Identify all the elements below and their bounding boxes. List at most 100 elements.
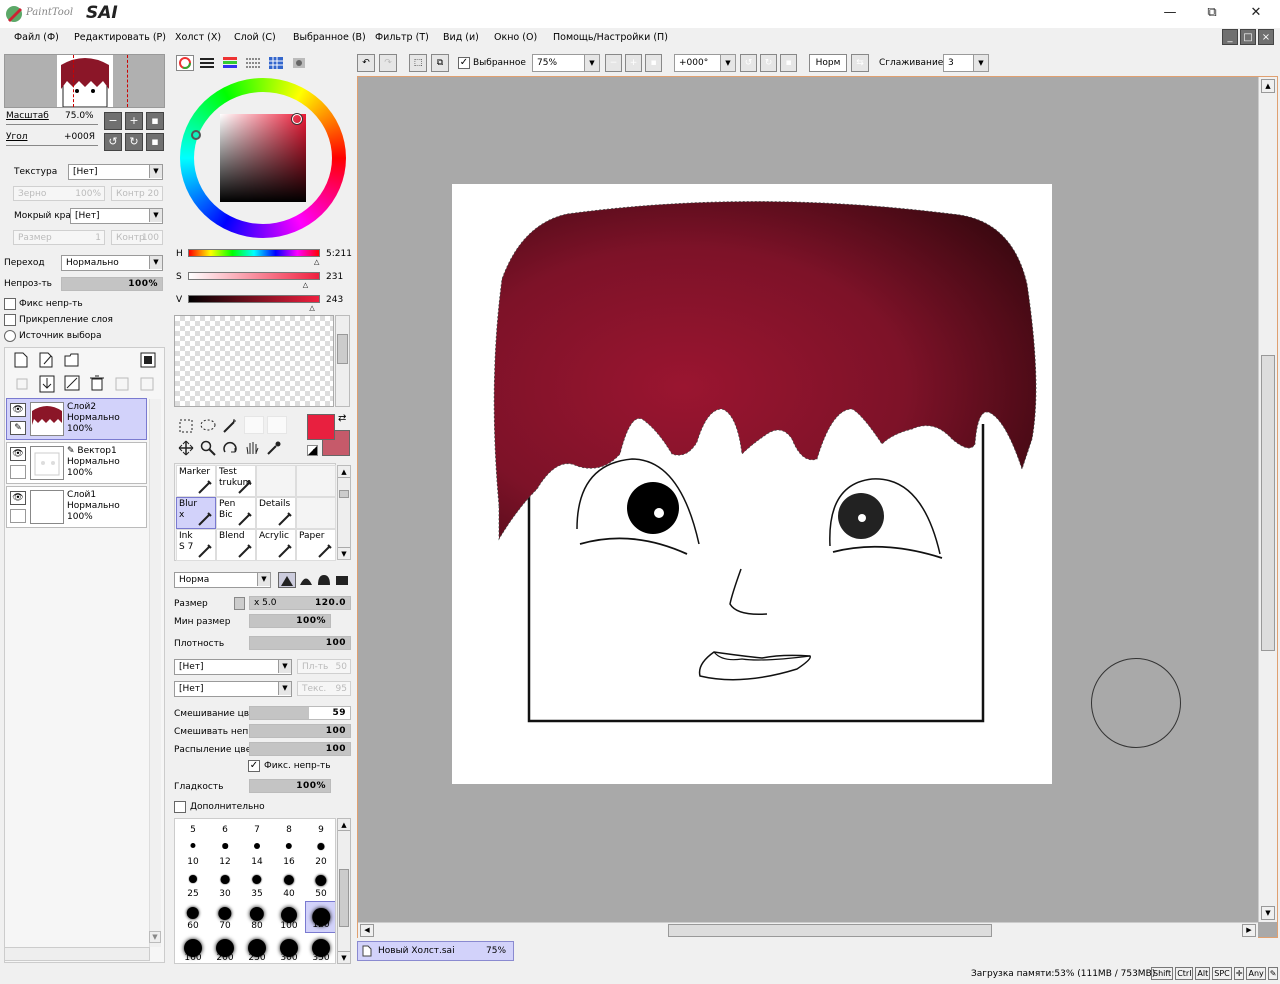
flip-view-button[interactable]: ⇆ — [851, 54, 869, 72]
persistence-slider[interactable]: 100 — [249, 742, 351, 756]
hue-handle[interactable]: △ — [314, 258, 319, 266]
size-range-button[interactable] — [234, 597, 245, 610]
brush-size-9[interactable]: 9 — [305, 819, 335, 837]
rotate-reset-button[interactable]: ▪ — [780, 54, 797, 72]
brush-size-120[interactable]: 120 — [305, 901, 335, 933]
brush-size-6[interactable]: 6 — [209, 819, 241, 837]
layer-opacity-slider[interactable]: 100% — [61, 277, 163, 291]
mdi-minimize-button[interactable]: _ — [1222, 29, 1238, 45]
tool-slot-6[interactable]: Details — [256, 497, 296, 529]
move-icon[interactable] — [178, 440, 194, 456]
saturation-value-square[interactable] — [220, 114, 306, 202]
rotate-left-button[interactable]: ↺ — [104, 133, 122, 151]
layer-panel-option-icon[interactable] — [140, 352, 156, 368]
selection-source-checkbox[interactable] — [4, 330, 16, 342]
brush-size-35[interactable]: 35 — [241, 869, 273, 901]
zoom-in-button[interactable]: + — [125, 112, 143, 130]
clipping-group-checkbox[interactable] — [4, 314, 16, 326]
layer-hscrollbar[interactable] — [4, 947, 150, 961]
brush-size-350[interactable]: 350 — [305, 933, 335, 963]
dilution-slider[interactable]: 100 — [249, 724, 351, 738]
tool-slot-10[interactable]: Acrylic — [256, 529, 296, 561]
tool-slot-8[interactable]: Ink S 7 — [176, 529, 216, 561]
brush-size-80[interactable]: 80 — [241, 901, 273, 933]
invert-selection-button[interactable]: ⧉ — [431, 54, 449, 72]
clear-layer-icon[interactable] — [64, 375, 80, 391]
lock-icon[interactable] — [10, 465, 26, 479]
menu-view[interactable]: Вид (и) — [443, 32, 479, 43]
swap-colors-icon[interactable]: ⇄ — [338, 413, 346, 424]
rgb-slider-tab[interactable] — [199, 56, 215, 70]
color-mixer-tab[interactable] — [245, 56, 261, 70]
zoom-out-button[interactable]: − — [104, 112, 122, 130]
merge-down-icon[interactable] — [39, 375, 55, 393]
tool-slot-0[interactable]: Marker — [176, 465, 216, 497]
advanced-checkbox[interactable] — [174, 801, 186, 813]
new-layer-icon[interactable] — [14, 352, 28, 368]
canvas-viewport[interactable]: ▲ ▼ ◀ ▶ — [357, 76, 1278, 938]
document-tab[interactable]: Новый Холст.sai 75% — [357, 941, 514, 961]
angle-select[interactable]: +000° ▼ — [674, 54, 736, 72]
brush-size-100[interactable]: 100 — [273, 901, 305, 933]
zoom-reset-button[interactable]: ▪ — [146, 112, 164, 130]
brush-size-slider[interactable]: x 5.0 120.0 — [249, 596, 351, 610]
brush-size-30[interactable]: 30 — [209, 869, 241, 901]
zoom-in-button[interactable]: + — [625, 54, 642, 72]
zoom-select[interactable]: 75% ▼ — [532, 54, 600, 72]
rotate-icon[interactable] — [222, 440, 238, 456]
menu-help[interactable]: Помощь/Настройки (П) — [553, 32, 668, 43]
value-handle[interactable]: △ — [309, 304, 314, 312]
view-mode-button[interactable]: Норм — [809, 54, 847, 72]
eye-icon[interactable]: 👁 — [10, 447, 26, 461]
brush-shape-2[interactable] — [298, 572, 316, 588]
undo-button[interactable]: ↶ — [357, 54, 375, 72]
layer-scrollbar[interactable] — [149, 399, 161, 947]
brush-size-12[interactable]: 12 — [209, 837, 241, 869]
brush-size-20[interactable]: 20 — [305, 837, 335, 869]
menu-file[interactable]: Файл (Ф) — [14, 32, 59, 43]
brush-texture-select[interactable]: [Нет] ▼ — [174, 681, 292, 697]
rotate-right-button[interactable]: ↻ — [125, 133, 143, 151]
lasso-select-icon[interactable] — [199, 418, 217, 434]
brush-shape-select[interactable]: [Нет] ▼ — [174, 659, 292, 675]
menu-canvas[interactable]: Холст (Х) — [175, 32, 221, 43]
hsv-slider-tab[interactable] — [222, 56, 238, 70]
brush-size-14[interactable]: 14 — [241, 837, 273, 869]
maximize-button[interactable]: ⧉ — [1192, 2, 1232, 24]
blending-slider[interactable]: 59 — [249, 706, 351, 720]
vertical-scrollbar[interactable]: ▲ ▼ — [1258, 77, 1277, 922]
layer-item-layer2[interactable]: 👁 ✎ Слой2 Нормально 100% — [6, 398, 147, 440]
brush-size-10[interactable]: 10 — [177, 837, 209, 869]
color-wheel-tab[interactable] — [176, 55, 194, 71]
brush-size-40[interactable]: 40 — [273, 869, 305, 901]
primary-color-swatch[interactable] — [307, 414, 335, 440]
texture-select[interactable]: [Нет] ▼ — [68, 164, 163, 180]
zoom-out-button[interactable]: − — [605, 54, 622, 72]
blend-mode-select[interactable]: Нормально ▼ — [61, 255, 163, 271]
eye-icon[interactable]: 👁 — [10, 403, 26, 417]
tool-slot-3[interactable] — [296, 465, 336, 497]
mdi-restore-button[interactable]: □ — [1240, 29, 1256, 45]
brush-size-50[interactable]: 50 — [305, 869, 335, 901]
eye-icon[interactable]: 👁 — [10, 491, 26, 505]
menu-layer[interactable]: Слой (С) — [234, 32, 276, 43]
canvas-document[interactable] — [452, 184, 1052, 784]
show-selection-checkbox[interactable]: ✓ — [458, 57, 470, 69]
marquee-select-icon[interactable] — [178, 418, 194, 434]
new-vector-layer-icon[interactable] — [39, 352, 55, 368]
brush-size-7[interactable]: 7 — [241, 819, 273, 837]
brush-size-60[interactable]: 60 — [177, 901, 209, 933]
brush-shape-4[interactable] — [334, 572, 352, 588]
brush-size-70[interactable]: 70 — [209, 901, 241, 933]
density-slider[interactable]: 100 — [249, 636, 351, 650]
vertical-scroll-thumb[interactable] — [1261, 355, 1275, 651]
swatches-tab[interactable] — [268, 56, 284, 70]
zoom-value[interactable]: 75.0% — [65, 111, 94, 121]
transparent-color-icon[interactable] — [307, 445, 318, 456]
preserve-opacity-checkbox[interactable] — [4, 298, 16, 310]
mdi-close-button[interactable]: × — [1258, 29, 1274, 45]
redo-button[interactable]: ↷ — [379, 54, 397, 72]
min-size-slider[interactable]: 100% — [249, 614, 331, 628]
layer-item-vector1[interactable]: 👁 ✎ Вектор1 Нормально 100% — [6, 442, 147, 484]
menu-filter[interactable]: Фильтр (Т) — [375, 32, 429, 43]
